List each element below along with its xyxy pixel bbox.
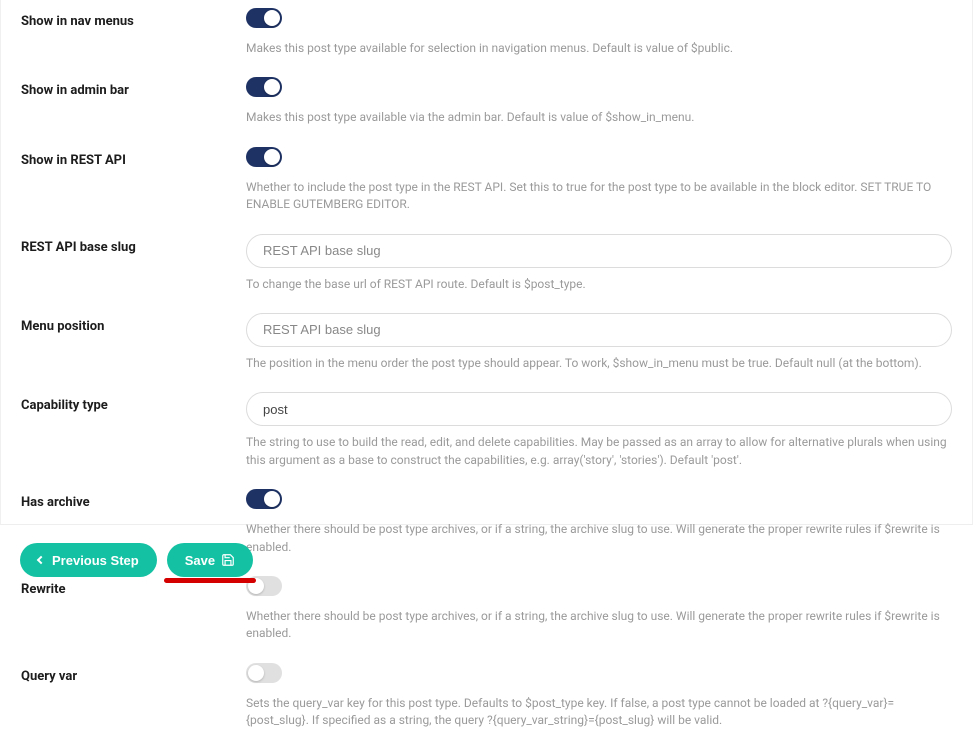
toggle-show-in-rest[interactable] <box>246 147 282 167</box>
desc-menu-position: The position in the menu order the post … <box>246 355 952 372</box>
label-show-in-admin-bar: Show in admin bar <box>21 83 129 98</box>
save-button[interactable]: Save <box>167 543 253 577</box>
desc-capability-type: The string to use to build the read, edi… <box>246 434 952 469</box>
label-show-in-rest: Show in REST API <box>21 153 126 168</box>
label-has-archive: Has archive <box>21 495 90 510</box>
toggle-show-in-nav-menus[interactable] <box>246 8 282 28</box>
label-show-in-nav-menus: Show in nav menus <box>21 14 134 29</box>
desc-query-var: Sets the query_var key for this post typ… <box>246 695 952 730</box>
input-rest-base[interactable] <box>246 234 952 268</box>
label-menu-position: Menu position <box>21 319 104 334</box>
previous-step-button[interactable]: Previous Step <box>20 543 157 577</box>
label-rewrite: Rewrite <box>21 582 66 597</box>
label-query-var: Query var <box>21 669 77 684</box>
save-icon <box>221 553 235 567</box>
input-menu-position[interactable] <box>246 313 952 347</box>
desc-rewrite: Whether there should be post type archiv… <box>246 608 952 643</box>
label-capability-type: Capability type <box>21 398 108 413</box>
desc-show-in-nav-menus: Makes this post type available for selec… <box>246 40 952 57</box>
desc-show-in-admin-bar: Makes this post type available via the a… <box>246 109 952 126</box>
toggle-query-var[interactable] <box>246 663 282 683</box>
annotation-underline <box>164 578 256 583</box>
label-rest-base: REST API base slug <box>21 240 136 255</box>
previous-step-label: Previous Step <box>52 553 139 568</box>
toggle-has-archive[interactable] <box>246 489 282 509</box>
desc-has-archive: Whether there should be post type archiv… <box>246 521 952 556</box>
save-label: Save <box>185 553 215 568</box>
toggle-show-in-admin-bar[interactable] <box>246 77 282 97</box>
input-capability-type[interactable] <box>246 392 952 426</box>
desc-show-in-rest: Whether to include the post type in the … <box>246 179 952 214</box>
chevron-left-icon <box>37 556 45 564</box>
desc-rest-base: To change the base url of REST API route… <box>246 276 952 293</box>
